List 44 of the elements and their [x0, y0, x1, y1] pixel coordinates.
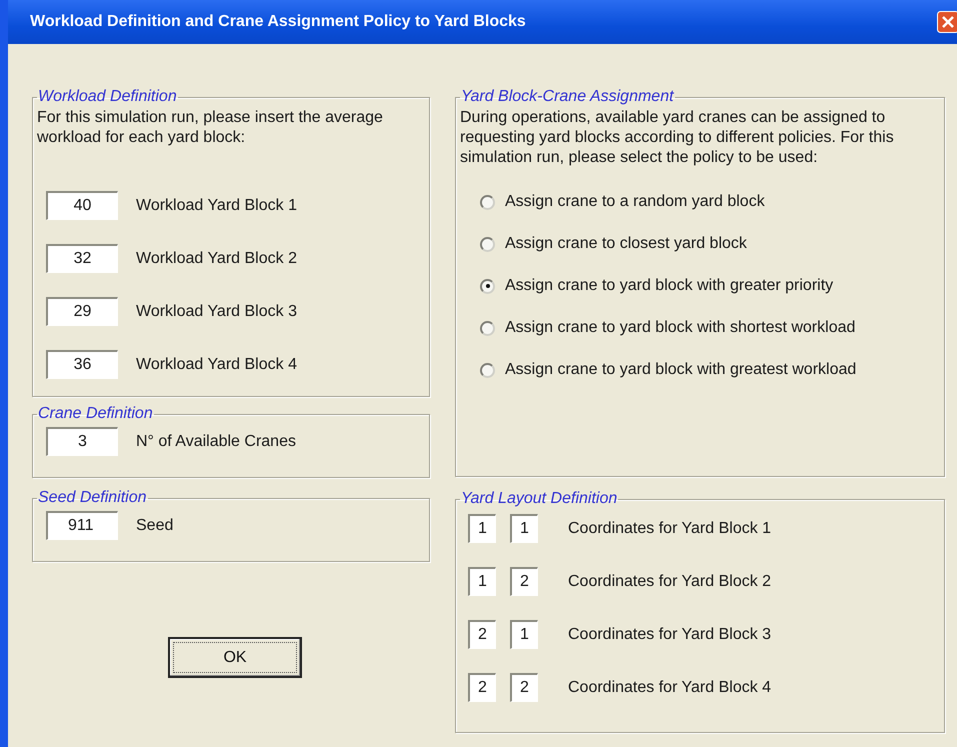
field-label: Coordinates for Yard Block 3 — [568, 626, 772, 644]
field-label: Coordinates for Yard Block 1 — [568, 520, 772, 538]
radio-button[interactable] — [480, 194, 495, 210]
radio-button[interactable] — [480, 362, 495, 378]
field-label: Workload Yard Block 1 — [136, 196, 297, 214]
input-field[interactable]: 1 — [468, 567, 496, 596]
input-field[interactable]: 2 — [510, 673, 538, 702]
instructions-text: For this simulation run, please insert the average workload for each yard block: — [37, 108, 384, 148]
input-field[interactable]: 2 — [468, 673, 496, 702]
radio-label[interactable]: Assign crane to a random yard block — [505, 193, 765, 211]
instructions-text: During operations, available yard cranes can be assigned to requesting yard blocks according to different policies. For this simulation run, please select the policy to be used: — [460, 108, 895, 168]
radio-label[interactable]: Assign crane to yard block with shortest workload — [505, 319, 856, 337]
radio-label[interactable]: Assign crane to yard block with greatest workload — [505, 361, 856, 379]
radio-label[interactable]: Assign crane to closest yard block — [505, 235, 747, 253]
input-field[interactable]: 2 — [468, 620, 496, 649]
ok-button[interactable]: OK — [168, 637, 302, 678]
field-label: Workload Yard Block 3 — [136, 302, 297, 320]
radio-button[interactable] — [480, 320, 495, 336]
input-field[interactable]: 32 — [46, 244, 118, 273]
window-title: Workload Definition and Crane Assignment Policy to Yard Blocks — [30, 13, 526, 31]
field-label: Workload Yard Block 2 — [136, 250, 297, 268]
field-label: Coordinates for Yard Block 4 — [568, 678, 772, 696]
radio-button[interactable] — [480, 236, 495, 252]
field-label: N° of Available Cranes — [136, 432, 296, 450]
group-title: Yard Block-Crane Assignment — [460, 88, 675, 106]
input-field[interactable]: 911 — [46, 511, 118, 540]
input-field[interactable]: 3 — [46, 427, 118, 456]
field-label: Workload Yard Block 4 — [136, 356, 297, 374]
radio-label[interactable]: Assign crane to yard block with greater priority — [505, 277, 834, 295]
group-title: Seed Definition — [37, 489, 148, 507]
input-field[interactable]: 1 — [510, 514, 538, 543]
group-title: Workload Definition — [37, 88, 178, 106]
input-field[interactable]: 40 — [46, 191, 118, 220]
field-label: Coordinates for Yard Block 2 — [568, 572, 772, 590]
close-icon[interactable] — [937, 11, 957, 33]
input-field[interactable]: 36 — [46, 350, 118, 379]
radio-button[interactable] — [480, 278, 495, 294]
group-title: Crane Definition — [37, 405, 154, 423]
input-field[interactable]: 1 — [468, 514, 496, 543]
input-field[interactable]: 29 — [46, 297, 118, 326]
input-field[interactable]: 1 — [510, 620, 538, 649]
group-title: Yard Layout Definition — [460, 490, 618, 508]
input-field[interactable]: 2 — [510, 567, 538, 596]
field-label: Seed — [136, 516, 174, 534]
